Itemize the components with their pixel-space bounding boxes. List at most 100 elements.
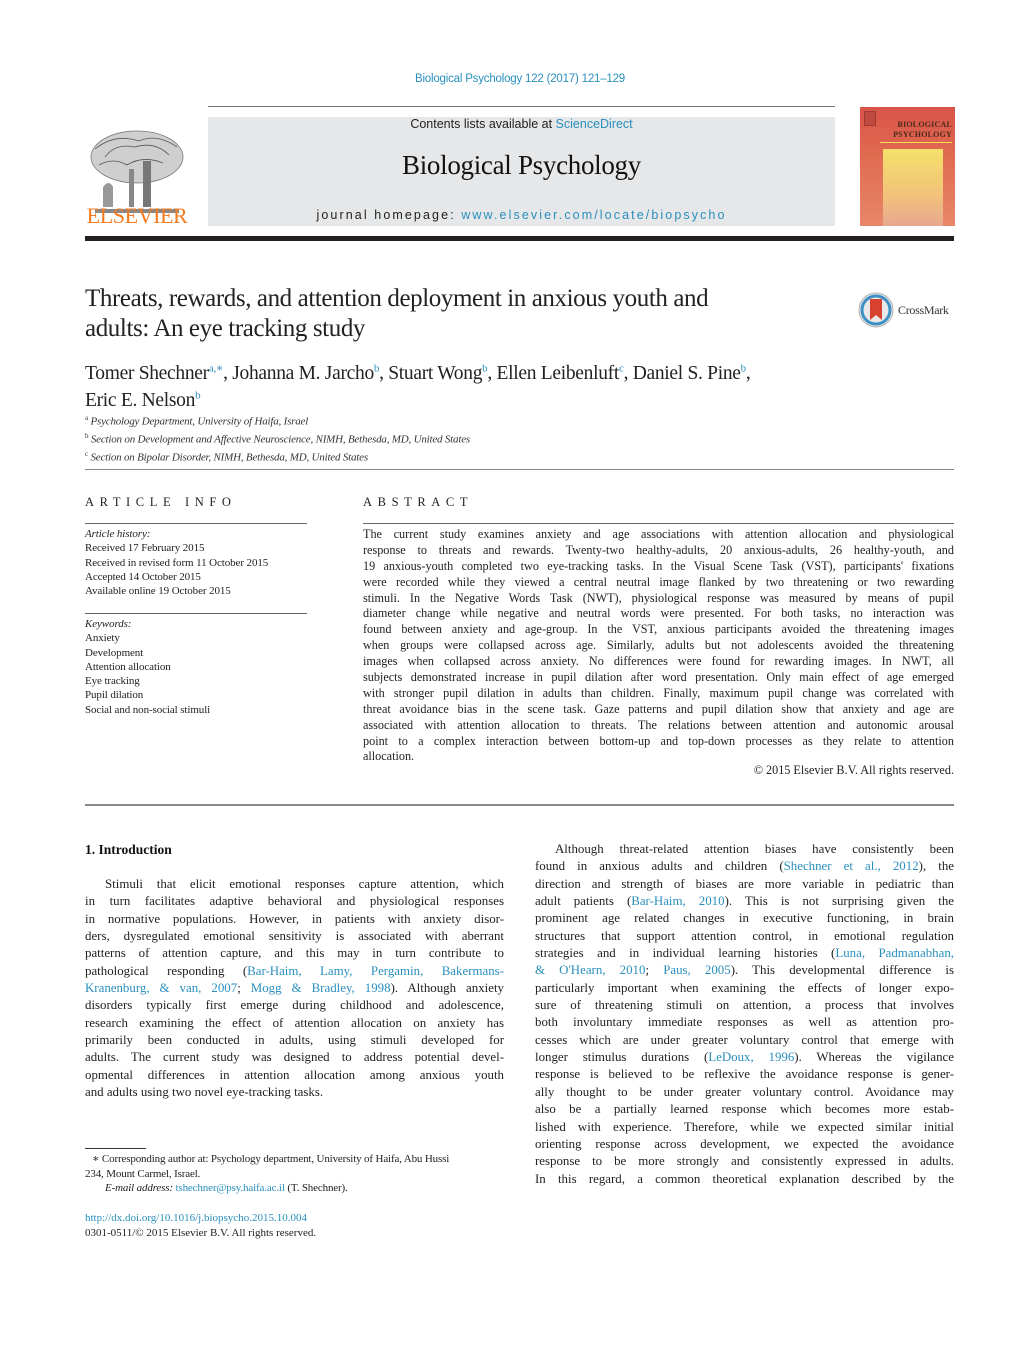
- affiliations-rule: [85, 469, 954, 470]
- text-line: orienting response across development, w…: [535, 1136, 954, 1151]
- abstract-heading: ABSTRACT: [363, 495, 474, 509]
- author[interactable]: Ellen Leibenluftc: [497, 362, 624, 384]
- cover-rule: [880, 142, 952, 143]
- elsevier-wordmark: ELSEVIER: [86, 203, 188, 228]
- header-rule: [208, 106, 835, 107]
- text-fragment: found in anxious adults and children (: [535, 859, 784, 874]
- issn-copyright: 0301-0511/© 2015 Elsevier B.V. All right…: [85, 1226, 317, 1239]
- email-suffix: (T. Shechner).: [284, 1182, 348, 1195]
- article-history: Article history: Received 17 February 20…: [85, 527, 268, 598]
- text-line: in turn facilitates adaptive behavioral …: [85, 894, 504, 909]
- body-left-column: Stimuli that elicit emotional responses …: [85, 876, 504, 1101]
- section-heading-introduction: 1. Introduction: [85, 842, 172, 857]
- citation-link[interactable]: Mogg & Bradley, 1998: [251, 981, 391, 995]
- text-fragment: ). Whereas the vigilance: [794, 1050, 954, 1065]
- text-line: prominent age related changes in executi…: [535, 911, 954, 926]
- author[interactable]: Stuart Wongb: [388, 362, 487, 384]
- affiliation-text: Section on Development and Affective Neu…: [90, 433, 470, 446]
- history-item: Available online 19 October 2015: [85, 585, 231, 598]
- author-name[interactable]: Ellen Leibenluft: [497, 363, 620, 384]
- journal-homepage-line: journal homepage: www.elsevier.com/locat…: [208, 208, 835, 222]
- email-link[interactable]: tshechner@psy.haifa.ac.il: [176, 1182, 285, 1194]
- author[interactable]: Tomer Shechnera,∗: [85, 362, 224, 384]
- text-line: sure of threatening stimuli on attention…: [535, 998, 954, 1013]
- citation-link[interactable]: Paus, 2005: [663, 963, 731, 977]
- text-line: In this regard, a common theoretical exp…: [535, 1171, 954, 1186]
- author-list: Tomer Shechnera,∗, Johanna M. Jarchob, S…: [85, 357, 865, 412]
- doi-link[interactable]: http://dx.doi.org/10.1016/j.biopsycho.20…: [85, 1211, 316, 1226]
- text-line: longer stimulus durations (LeDoux, 1996)…: [535, 1049, 954, 1066]
- text-line: found in anxious adults and children (Sh…: [535, 858, 954, 875]
- affiliation-mark: b: [85, 432, 89, 441]
- keywords-rule: [85, 613, 307, 614]
- text-line: lished with experience. Therefore, while…: [535, 1119, 954, 1134]
- abstract-line: point to a complex interaction between b…: [363, 733, 954, 748]
- author-name[interactable]: Tomer Shechner: [85, 363, 209, 384]
- abstract-line: subjects demonstrated increase in pupil …: [363, 670, 954, 685]
- text-line: Although threat-related attention biases…: [555, 842, 954, 856]
- text-line: strategies and in individual learning hi…: [535, 945, 954, 962]
- article-title: Threats, rewards, and attention deployme…: [85, 284, 845, 344]
- crossmark-label[interactable]: CrossMark: [898, 303, 949, 318]
- cover-title-line1: BIOLOGICAL: [897, 120, 952, 129]
- text-line: particularly important when examining th…: [535, 980, 954, 995]
- sciencedirect-link[interactable]: ScienceDirect: [556, 117, 633, 131]
- text-line: primarily been conducted in adults, usin…: [85, 1033, 504, 1048]
- citation-link[interactable]: Kranenburg, & van, 2007: [85, 981, 237, 995]
- author[interactable]: Daniel S. Pineb: [633, 362, 746, 384]
- citation-link[interactable]: Luna, Padmanabhan,: [835, 946, 954, 960]
- citation-link[interactable]: & O'Hearn, 2010: [535, 963, 645, 977]
- abstract-bottom-rule: [85, 804, 954, 806]
- author-separator: ,: [487, 362, 497, 384]
- text-fragment: ). Although anxiety: [390, 981, 504, 996]
- journal-homepage-link[interactable]: www.elsevier.com/locate/biopsycho: [461, 208, 726, 222]
- author-affiliation-mark[interactable]: a,∗: [209, 362, 224, 374]
- abstract-line: diameter change while negative and neutr…: [363, 606, 954, 621]
- corresponding-author-address: 234, Mount Carmel, Israel.: [85, 1167, 201, 1180]
- keyword-item: Pupil dilation: [85, 689, 144, 702]
- affiliation-mark: c: [85, 450, 88, 459]
- author-separator: ,: [745, 362, 751, 384]
- text-line: response to be more strongly and consist…: [535, 1154, 954, 1169]
- keyword-item: Attention allocation: [85, 660, 171, 673]
- history-item: Received 17 February 2015: [85, 542, 205, 555]
- author-name[interactable]: Johanna M. Jarcho: [232, 363, 374, 384]
- author[interactable]: Eric E. Nelsonb: [85, 390, 201, 412]
- doi-block: http://dx.doi.org/10.1016/j.biopsycho.20…: [85, 1211, 316, 1240]
- author[interactable]: Johanna M. Jarchob: [232, 362, 379, 384]
- text-fragment: longer stimulus durations (: [535, 1050, 709, 1065]
- email-label: E-mail address:: [105, 1182, 176, 1195]
- citation-link[interactable]: Bar-Haim, 2010: [631, 894, 724, 908]
- text-fragment: ;: [237, 981, 251, 996]
- journal-citation-link[interactable]: Biological Psychology 122 (2017) 121–129: [0, 73, 1020, 85]
- author-separator: ,: [379, 362, 389, 384]
- title-line2: adults: An eye tracking study: [85, 315, 366, 342]
- citation-link[interactable]: Shechner et al., 2012: [784, 859, 919, 873]
- affiliation: b Section on Development and Affective N…: [85, 429, 470, 447]
- text-fragment: ;: [645, 963, 664, 978]
- contents-available-line: Contents lists available at ScienceDirec…: [208, 117, 835, 131]
- body-right-column: Although threat-related attention biases…: [535, 841, 954, 1188]
- affiliation-text: Section on Bipolar Disorder, NIMH, Bethe…: [90, 451, 368, 464]
- text-line: also be a partially learned response whi…: [535, 1102, 954, 1117]
- author-separator: ,: [223, 362, 233, 384]
- homepage-label: journal homepage:: [316, 208, 462, 222]
- abstract-rule: [363, 523, 954, 524]
- text-line: adult patients (Bar-Haim, 2010). This is…: [535, 893, 954, 910]
- author-affiliation-mark[interactable]: b: [195, 390, 201, 402]
- contents-prefix: Contents lists available at: [410, 117, 556, 131]
- text-line: response is believed to be reflexive the…: [535, 1067, 954, 1082]
- header-heavy-rule: [85, 236, 954, 241]
- author-name[interactable]: Eric E. Nelson: [85, 390, 195, 411]
- history-label: Article history:: [85, 528, 151, 540]
- author-name[interactable]: Stuart Wong: [388, 363, 482, 384]
- text-line: in normative populations. However, in pa…: [85, 911, 504, 926]
- text-line: cesses which are under greater voluntary…: [535, 1032, 954, 1047]
- citation-link[interactable]: Bar-Haim, Lamy, Pergamin, Bakermans-: [247, 964, 504, 978]
- crossmark-icon[interactable]: [858, 292, 894, 328]
- journal-name: Biological Psychology: [402, 150, 641, 180]
- citation-link[interactable]: LeDoux, 1996: [708, 1050, 794, 1064]
- keyword-item: Eye tracking: [85, 675, 140, 688]
- author-name[interactable]: Daniel S. Pine: [633, 363, 741, 384]
- text-line: opmental differences in attention alloca…: [85, 1067, 504, 1082]
